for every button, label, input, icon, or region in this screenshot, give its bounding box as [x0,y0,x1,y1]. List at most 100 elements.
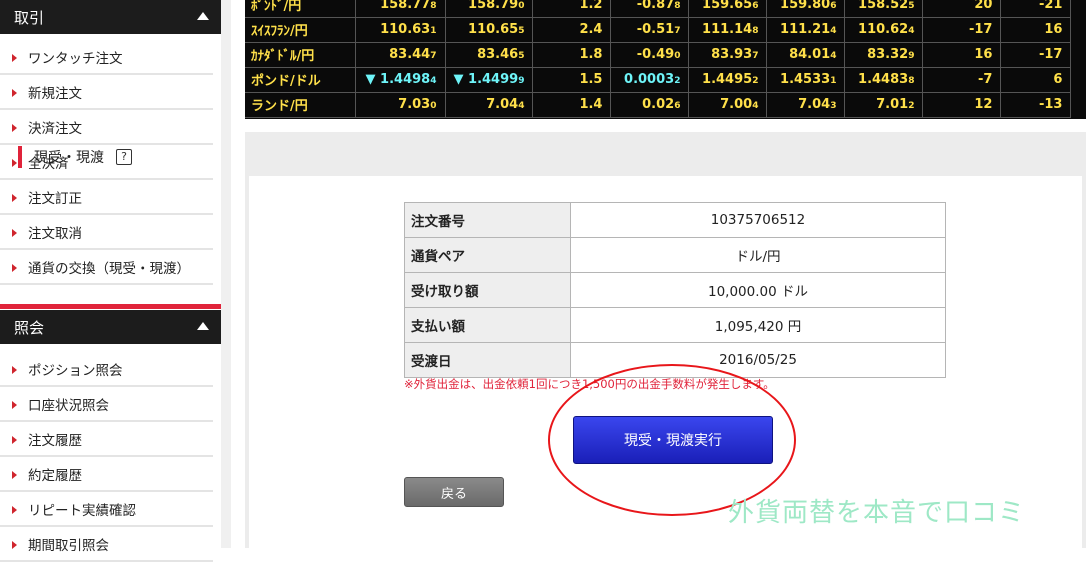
rate-cell-c5: 6 [1000,67,1072,93]
table-row: 受け取り額 10,000.00 ドル [404,272,946,308]
order-number-value: 10375706512 [570,202,946,238]
rate-cell-c4: -17 [922,17,1002,43]
panel-heading: 現受・現渡 ? [18,146,132,168]
currency-pair-name: ｽｲｽﾌﾗﾝ/円 [245,17,356,43]
withdrawal-fee-notice: ※外貨出金は、出金依頼1回につき1,500円の出金手数料が発生します。 [404,377,775,391]
currency-pair-name: ポンド/ドル [245,67,356,93]
arrow-right-icon [12,366,17,374]
menu-item-new-order[interactable]: 新規注文 [0,75,213,110]
rate-cell-ask: 158.790 [445,0,534,18]
rate-cell-bid: 158.778 [355,0,446,18]
section-title: 取引 [14,8,45,27]
rate-cell-ask: 110.655 [445,17,534,43]
arrow-right-icon [12,159,17,167]
watermark-text: 外貨両替を本音で口コミ [728,498,1026,528]
rate-cell-c4: 16 [922,42,1002,68]
rate-row[interactable]: ﾎﾟﾝﾄﾞ/円 158.778 158.790 1.2 -0.878 159.656 159… [245,0,1072,18]
menu-item-account-status[interactable]: 口座状況照会 [0,387,213,422]
sidebar: 取引 ワンタッチ注文 新規注文 決済注文 全決済 注文訂正 注文取消 通貨の交換… [0,0,221,562]
arrow-right-icon [12,229,17,237]
arrow-right-icon [12,471,17,479]
rate-cell-chg: 0.026 [610,92,690,118]
section-divider [0,304,221,309]
rate-cell-c1: 111.148 [688,17,768,43]
delivery-date-label: 受渡日 [404,342,571,378]
rate-cell-bid: 7.030 [355,92,446,118]
rate-cell-c2: 7.043 [766,92,846,118]
arrow-right-icon [12,89,17,97]
arrow-right-icon [12,436,17,444]
rate-cell-bid: 83.447 [355,42,446,68]
rate-cell-chg: 0.00032 [610,67,690,93]
arrow-right-icon [12,54,17,62]
rate-cell-ask: 83.465 [445,42,534,68]
currency-pair-name: ランド/円 [245,92,356,118]
rate-cell-c3: 7.012 [844,92,924,118]
rate-row[interactable]: ポンド/ドル ▼ 1.44984 ▼ 1.44999 1.5 0.00032 1.4495… [245,67,1072,93]
rate-cell-c1: 159.656 [688,0,768,18]
rate-row[interactable]: ｽｲｽﾌﾗﾝ/円 110.631 110.655 2.4 -0.517 111.148 11… [245,17,1072,43]
payment-amount-value: 1,095,420 円 [570,307,946,343]
receive-amount-value: 10,000.00 ドル [570,272,946,308]
rate-row[interactable]: ｶﾅﾀﾞﾄﾞﾙ/円 83.447 83.465 1.8 -0.490 83.937 84.0… [245,42,1072,68]
currency-pair-value: ドル/円 [570,237,946,273]
menu-item-repeat-results[interactable]: リピート実績確認 [0,492,213,527]
menu-item-cancel-order[interactable]: 注文取消 [0,215,213,250]
sidebar-gutter [221,0,231,548]
collapse-arrow-icon[interactable] [197,12,209,20]
menu-item-settle-order[interactable]: 決済注文 [0,110,213,145]
currency-pair-label: 通貨ペア [404,237,571,273]
order-summary-table: 注文番号 10375706512 通貨ペア ドル/円 受け取り額 10,000.… [404,202,946,378]
menu-item-currency-exchange[interactable]: 通貨の交換（現受・現渡） [0,250,213,285]
rate-cell-c4: 20 [922,0,1002,18]
rate-cell-c3: 158.525 [844,0,924,18]
rate-cell-ask: 7.044 [445,92,534,118]
rate-cell-c1: 83.937 [688,42,768,68]
rate-cell-c5: 16 [1000,17,1072,43]
rate-cell-c2: 111.214 [766,17,846,43]
collapse-arrow-icon[interactable] [197,322,209,330]
rate-cell-c3: 110.624 [844,17,924,43]
rate-cell-c5: -13 [1000,92,1072,118]
table-row: 注文番号 10375706512 [404,202,946,238]
rate-cell-c2: 1.45331 [766,67,846,93]
menu-item-modify-order[interactable]: 注文訂正 [0,180,213,215]
arrow-right-icon [12,506,17,514]
menu-item-order-history[interactable]: 注文履歴 [0,422,213,457]
currency-pair-name: ｶﾅﾀﾞﾄﾞﾙ/円 [245,42,356,68]
heading-accent-bar [18,146,22,168]
arrow-right-icon [12,124,17,132]
menu-item-execution-history[interactable]: 約定履歴 [0,457,213,492]
menu-item-one-touch-order[interactable]: ワンタッチ注文 [0,40,213,75]
rate-cell-c2: 159.806 [766,0,846,18]
order-number-label: 注文番号 [404,202,571,238]
rate-row[interactable]: ランド/円 7.030 7.044 1.4 0.026 7.004 7.043 7.012 12… [245,92,1072,118]
section-header-trade[interactable]: 取引 [0,0,221,34]
rate-cell-spread: 2.4 [532,17,612,43]
rate-cell-c1: 1.44952 [688,67,768,93]
currency-pair-name: ﾎﾟﾝﾄﾞ/円 [245,0,356,18]
rate-cell-chg: -0.878 [610,0,690,18]
menu-item-position-inquiry[interactable]: ポジション照会 [0,352,213,387]
menu-item-period-inquiry[interactable]: 期間取引照会 [0,527,213,562]
section-header-inquiry[interactable]: 照会 [0,310,221,344]
rate-cell-c4: 12 [922,92,1002,118]
help-icon[interactable]: ? [116,149,132,165]
arrow-right-icon [12,264,17,272]
table-row: 支払い額 1,095,420 円 [404,307,946,343]
payment-amount-label: 支払い額 [404,307,571,343]
rate-cell-spread: 1.2 [532,0,612,18]
rate-cell-c1: 7.004 [688,92,768,118]
page-title: 現受・現渡 [34,150,104,166]
execute-exchange-button[interactable]: 現受・現渡実行 [573,416,773,464]
rate-cell-c3: 1.44838 [844,67,924,93]
rate-cell-c5: -21 [1000,0,1072,18]
rate-cell-bid: ▼ 1.44984 [355,67,446,93]
arrow-right-icon [12,194,17,202]
delivery-date-value: 2016/05/25 [570,342,946,378]
back-button[interactable]: 戻る [404,477,504,507]
rate-board: ﾎﾟﾝﾄﾞ/円 158.778 158.790 1.2 -0.878 159.656 159… [245,0,1086,119]
rate-cell-bid: 110.631 [355,17,446,43]
inquiry-menu: ポジション照会 口座状況照会 注文履歴 約定履歴 リピート実績確認 期間取引照会 [0,352,221,562]
rate-cell-c4: -7 [922,67,1002,93]
